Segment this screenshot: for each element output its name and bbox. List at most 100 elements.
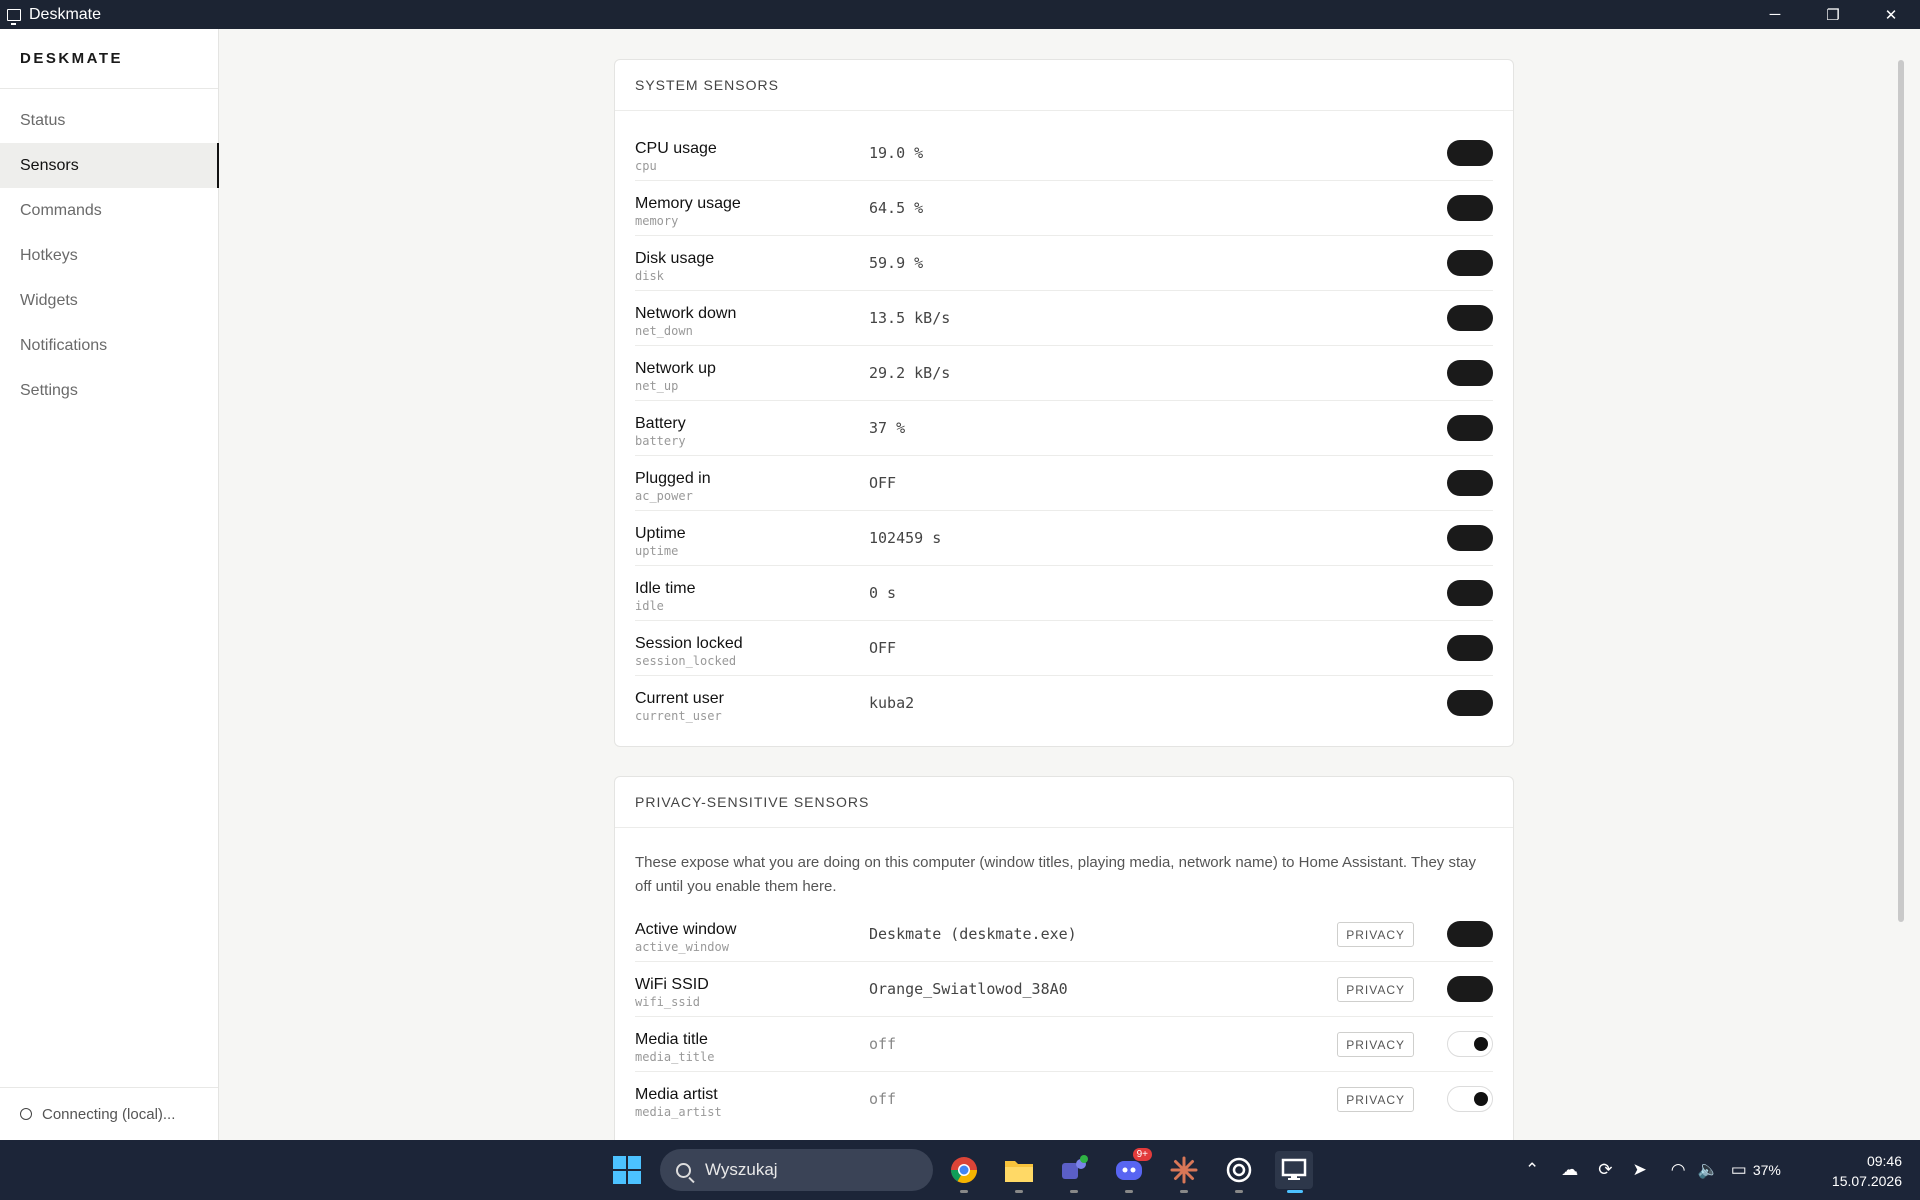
sensor-toggle[interactable] [1447,1086,1493,1112]
sensor-name: Battery [635,415,686,432]
sensor-key: wifi_ssid [635,995,701,1009]
sensor-toggle[interactable] [1447,470,1493,496]
sensor-name: WiFi SSID [635,976,709,993]
sensor-key: idle [635,599,664,613]
sensor-key: net_up [635,379,679,393]
sidebar-item-widgets[interactable]: Widgets [0,278,218,323]
sensor-row: Media title media_title off PRIVACY [635,1017,1493,1072]
sidebar: DESKMATE Status Sensors Commands Hotkeys… [0,29,219,1140]
sensor-row: Session locked session_locked OFF [635,621,1493,676]
sensor-key: media_artist [635,1105,722,1119]
sensor-name: Memory usage [635,195,741,212]
search-placeholder: Wyszukaj [705,1160,778,1179]
sensor-value: 29.2 kB/s [869,364,951,382]
connection-label: Connecting (local)... [42,1105,176,1123]
close-button[interactable]: ✕ [1862,0,1920,29]
sensor-value: 59.9 % [869,254,924,272]
sensor-toggle[interactable] [1447,1031,1493,1057]
sensor-row: Idle time idle 0 s [635,566,1493,621]
sidebar-item-settings[interactable]: Settings [0,368,218,413]
scrollbar[interactable] [1898,60,1904,922]
sidebar-item-hotkeys[interactable]: Hotkeys [0,233,218,278]
window-title: Deskmate [29,5,102,23]
sensor-toggle[interactable] [1447,525,1493,551]
sensor-toggle[interactable] [1447,195,1493,221]
sunburst-icon [1170,1156,1198,1184]
sidebar-item-status[interactable]: Status [0,98,218,143]
monitor-icon [1281,1158,1307,1180]
sensor-name: Disk usage [635,250,715,267]
sidebar-item-notifications[interactable]: Notifications [0,323,218,368]
folder-icon [1005,1161,1033,1182]
search-icon [676,1162,691,1178]
claude-app[interactable] [1165,1151,1203,1193]
sensor-key: media_title [635,1050,715,1064]
sensor-row: Disk usage disk 59.9 % [635,236,1493,291]
battery-percent: 37% [1752,1162,1781,1178]
sensor-key: uptime [635,544,679,558]
sensor-row: Current user current_user kuba2 [635,676,1493,731]
sensor-key: ac_power [635,489,693,503]
sensor-name: Active window [635,921,737,938]
sensor-toggle[interactable] [1447,360,1493,386]
sensor-toggle[interactable] [1447,140,1493,166]
taskbar-search[interactable]: Wyszukaj [660,1149,933,1191]
volume-icon[interactable]: 🔈 [1698,1160,1719,1180]
chatgpt-app[interactable] [1220,1151,1258,1193]
sensor-value: 37 % [869,419,906,437]
sidebar-nav: Status Sensors Commands Hotkeys Widgets … [0,89,219,413]
start-button[interactable] [613,1156,641,1184]
sensor-key: net_down [635,324,693,338]
sensor-toggle[interactable] [1447,250,1493,276]
sensor-row: Memory usage memory 64.5 % [635,181,1493,236]
sensor-row: Network down net_down 13.5 kB/s [635,291,1493,346]
sensor-name: Session locked [635,635,743,652]
battery-icon[interactable]: ▭ [1731,1160,1747,1180]
taskbar: Wyszukaj 9+ ⌃ ☁ ⟳ ➤ ◠ 🔈 ▭ 37% 09:46 15.0… [0,1140,1920,1200]
privacy-badge: PRIVACY [1337,1032,1414,1057]
window-controls: ─ ❐ ✕ [1746,0,1920,29]
sensor-toggle[interactable] [1447,580,1493,606]
sensor-toggle[interactable] [1447,976,1493,1002]
taskbar-clock[interactable]: 09:46 15.07.2026 [1832,1151,1902,1191]
sensor-value: OFF [869,639,897,657]
wifi-icon[interactable]: ◠ [1671,1160,1686,1180]
teams-app[interactable] [1055,1151,1093,1193]
sensor-toggle[interactable] [1447,690,1493,716]
sync-icon[interactable]: ⟳ [1598,1160,1612,1180]
discord-app[interactable]: 9+ [1110,1148,1152,1193]
sensor-toggle[interactable] [1447,635,1493,661]
connection-status: Connecting (local)... [0,1087,218,1140]
file-explorer-app[interactable] [1000,1151,1038,1193]
sensor-toggle[interactable] [1447,415,1493,441]
sensor-value: off [869,1090,897,1108]
sidebar-item-sensors[interactable]: Sensors [0,143,219,188]
brand-logo: DESKMATE [0,29,218,89]
sidebar-item-commands[interactable]: Commands [0,188,218,233]
teams-icon [1062,1155,1088,1179]
chrome-app[interactable] [945,1151,983,1193]
sensor-name: Current user [635,690,724,707]
clock-date: 15.07.2026 [1831,1173,1902,1189]
privacy-sensors-card: PRIVACY-SENSITIVE SENSORS These expose w… [614,776,1514,1140]
show-hidden-icons-chevron-icon[interactable]: ⌃ [1525,1160,1539,1180]
maximize-button[interactable]: ❐ [1804,0,1862,29]
sensor-value: OFF [869,474,897,492]
chrome-icon [950,1157,978,1184]
sensor-name: Uptime [635,525,686,542]
section-title: PRIVACY-SENSITIVE SENSORS [615,777,1513,828]
system-sensors-card: SYSTEM SENSORS CPU usage cpu 19.0 % Memory… [614,59,1514,747]
sensor-toggle[interactable] [1447,921,1493,947]
deskmate-app[interactable] [1275,1151,1313,1193]
location-arrow-icon[interactable]: ➤ [1633,1160,1647,1180]
sensor-value: 19.0 % [869,144,924,162]
minimize-button[interactable]: ─ [1746,0,1804,29]
sensor-name: Idle time [635,580,696,597]
onedrive-cloud-icon[interactable]: ☁ [1561,1160,1578,1180]
sensor-toggle[interactable] [1447,305,1493,331]
sensor-value: 64.5 % [869,199,924,217]
sensor-row: Media artist media_artist off PRIVACY [635,1072,1493,1127]
sensor-row: Uptime uptime 102459 s [635,511,1493,566]
sensor-row: CPU usage cpu 19.0 % [635,126,1493,181]
sensor-key: active_window [635,940,729,954]
